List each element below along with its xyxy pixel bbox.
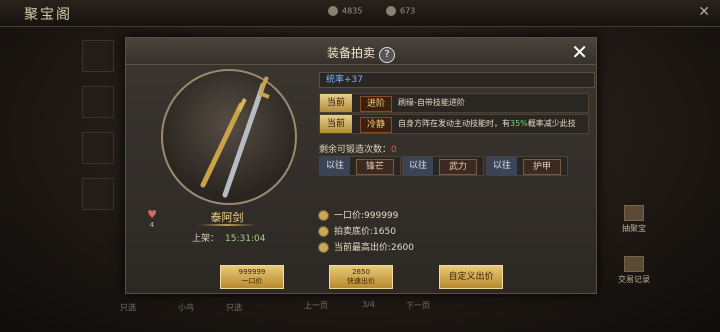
currency-b: 673 (386, 6, 415, 16)
quick-bid-button[interactable]: 2650 快速出价 (329, 265, 393, 289)
filter-1[interactable]: 只选 (120, 302, 136, 313)
gem-icon (386, 6, 396, 16)
topbar-close-icon[interactable]: ✕ (698, 4, 710, 20)
help-icon[interactable]: ? (379, 47, 395, 63)
previous-skill-3: 以往 护甲 (486, 156, 568, 176)
previous-skill-badge[interactable]: 锋芒 (356, 159, 394, 175)
shelf-label: 上架： (192, 234, 220, 244)
coin-icon (318, 226, 329, 237)
shop-logo: 聚宝阁 (24, 7, 72, 23)
skill-description: 刷缘-自带技能进阶 (398, 94, 465, 112)
buyout-button-label: 一口价 (241, 277, 263, 285)
like-counter[interactable]: ♥ 4 (146, 208, 158, 229)
right-nav-label-draw: 抽聚宝 (622, 224, 646, 233)
item-name: 泰阿剑 (210, 211, 244, 224)
top-bar: 聚宝阁 4835 673 ✕ (0, 0, 720, 27)
dialog-header: 装备拍卖? ✕ (126, 38, 596, 65)
item-display (161, 69, 297, 205)
close-icon[interactable]: ✕ (571, 40, 588, 64)
skill-badge[interactable]: 冷静 (360, 117, 392, 133)
current-skill-1: 当前 进阶 刷缘-自带技能进阶 (319, 93, 589, 113)
coin-icon (318, 210, 329, 221)
previous-skill-1: 以往 锋芒 (319, 156, 401, 176)
left-nav-button-3[interactable] (82, 132, 114, 164)
previous-skill-2: 以往 武力 (402, 156, 484, 176)
filter-2[interactable]: 小鸟 (178, 302, 194, 313)
skill-desc-post: 概率减少此技 (527, 119, 576, 128)
skill-desc-pre: 自身方阵在发动主动技能时，有 (398, 119, 510, 128)
sword-icon (200, 76, 270, 198)
currency-a: 4835 (328, 6, 362, 16)
page-indicator: 3/4 (362, 300, 375, 309)
forge-remaining: 剩余可锻造次数：0 (319, 142, 397, 155)
skill-desc-text: 刷缘-自带技能进阶 (398, 98, 465, 107)
chest-icon (624, 205, 644, 221)
reserve-price-text: 拍卖底价:1650 (334, 227, 396, 237)
forge-count: 0 (391, 145, 397, 155)
reserve-price: 拍卖底价:1650 (318, 224, 396, 237)
right-nav-label-records: 交易记录 (618, 275, 650, 284)
left-nav-button-2[interactable] (82, 86, 114, 118)
like-count: 4 (149, 221, 155, 229)
current-label: 当前 (320, 94, 352, 112)
name-divider (198, 224, 256, 226)
left-nav-button-1[interactable] (82, 40, 114, 72)
quick-bid-button-amount: 2650 (352, 268, 370, 276)
auction-dialog: 装备拍卖? ✕ ♥ 4 泰阿剑 上架： 15:31:04 统率+37 当前 进阶 刷… (125, 37, 597, 294)
skill-description: 自身方阵在发动主动技能时，有35%概率减少此技 (398, 115, 576, 133)
dialog-title-text: 装备拍卖 (326, 46, 375, 60)
left-nav (82, 40, 116, 224)
currency-a-value: 4835 (342, 6, 363, 16)
bottom-bar: 只选 小鸟 只选 上一页 3/4 下一页 (108, 298, 488, 314)
next-page-button[interactable]: 下一页 (406, 300, 430, 311)
forge-label: 剩余可锻造次数： (319, 145, 392, 155)
coin-icon (318, 242, 329, 253)
highest-bid-text: 当前最高出价:2600 (334, 243, 414, 253)
dialog-title: 装备拍卖? (126, 44, 596, 63)
right-nav: 抽聚宝 交易记录 (612, 205, 656, 307)
current-label: 当前 (320, 115, 352, 133)
record-icon (624, 256, 644, 272)
quick-bid-button-label: 快速出价 (347, 277, 375, 285)
previous-skill-badge[interactable]: 护甲 (523, 159, 561, 175)
previous-label: 以往 (320, 157, 350, 175)
coin-icon (328, 6, 338, 16)
right-nav-item-records[interactable]: 交易记录 (612, 256, 656, 285)
buyout-button[interactable]: 999999 一口价 (220, 265, 284, 289)
current-skill-2: 当前 冷静 自身方阵在发动主动技能时，有35%概率减少此技 (319, 114, 589, 134)
buyout-price: 一口价:999999 (318, 208, 398, 221)
buyout-price-text: 一口价:999999 (334, 211, 399, 221)
shelf-time-value: 15:31:04 (225, 234, 266, 244)
custom-bid-button[interactable]: 自定义出价 (439, 265, 503, 289)
skill-badge[interactable]: 进阶 (360, 96, 392, 112)
skill-desc-percent: 35% (510, 119, 528, 128)
shelf-time: 上架： 15:31:04 (192, 231, 265, 244)
filter-3[interactable]: 只选 (226, 302, 242, 313)
left-nav-button-4[interactable] (82, 178, 114, 210)
highest-bid: 当前最高出价:2600 (318, 240, 414, 253)
buyout-button-amount: 999999 (238, 268, 266, 276)
currency-b-value: 673 (400, 6, 416, 16)
prev-page-button[interactable]: 上一页 (304, 300, 328, 311)
attribute-box: 统率+37 (319, 72, 595, 88)
right-nav-item-draw[interactable]: 抽聚宝 (612, 205, 656, 234)
previous-label: 以往 (487, 157, 517, 175)
previous-skill-badge[interactable]: 武力 (439, 159, 477, 175)
previous-label: 以往 (403, 157, 433, 175)
